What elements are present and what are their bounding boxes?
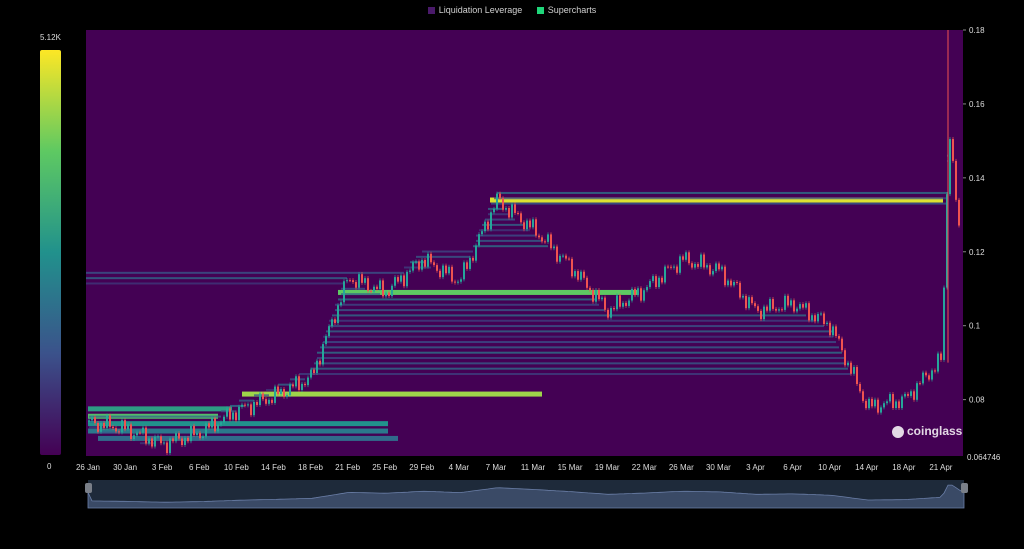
range-navigator[interactable] xyxy=(0,0,1024,549)
navigator-left-handle[interactable] xyxy=(85,483,92,493)
navigator-right-handle[interactable] xyxy=(961,483,968,493)
